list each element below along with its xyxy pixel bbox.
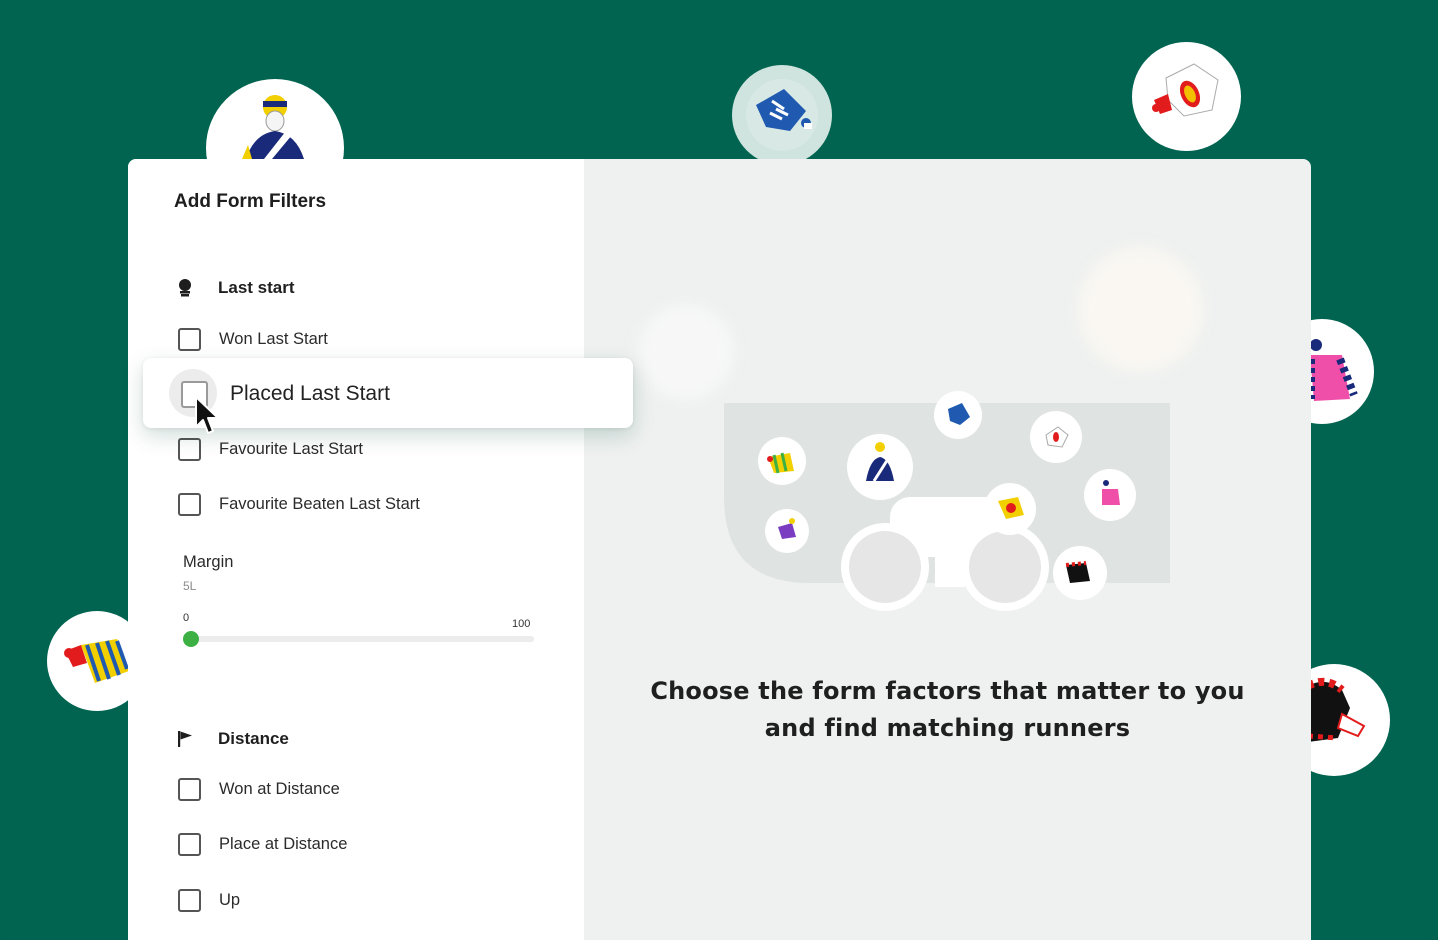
option-label: Place at Distance xyxy=(219,835,348,853)
option-label: Favourite Last Start xyxy=(219,440,363,458)
binoculars-illustration xyxy=(724,391,1170,611)
section-heading: Distance xyxy=(218,729,289,748)
empty-state-line-1: Choose the form factors that matter to y… xyxy=(650,677,1245,705)
slider-min-label: 0 xyxy=(183,612,190,624)
filter-option-place-at-distance[interactable]: Place at Distance xyxy=(178,833,347,856)
empty-state-message: Choose the form factors that matter to y… xyxy=(584,673,1311,747)
silk-badge xyxy=(984,483,1036,535)
filter-option-won-at-distance[interactable]: Won at Distance xyxy=(178,778,340,801)
section-heading: Last start xyxy=(218,278,295,297)
silk-badge xyxy=(758,437,806,485)
flag-icon xyxy=(174,728,196,750)
margin-slider-thumb[interactable] xyxy=(183,631,199,647)
silk-badge xyxy=(847,434,913,500)
silk-badge xyxy=(765,509,809,553)
option-label: Won Last Start xyxy=(219,330,328,348)
silk-badge xyxy=(934,391,982,439)
filter-option-favourite-last-start[interactable]: Favourite Last Start xyxy=(178,438,363,461)
filter-option-up[interactable]: Up xyxy=(178,889,240,912)
silk-circle-red-white-jockey xyxy=(1132,42,1241,151)
silk-badge xyxy=(1053,546,1107,600)
decorative-blur xyxy=(638,304,734,400)
jockey-silk-icon xyxy=(1152,63,1219,117)
option-label: Favourite Beaten Last Start xyxy=(219,495,420,513)
filter-card: Add Form Filters Last start Won Last Sta… xyxy=(128,159,1311,940)
checkbox[interactable] xyxy=(178,833,201,856)
filter-option-favourite-beaten-last-start[interactable]: Favourite Beaten Last Start xyxy=(178,493,420,516)
option-label: Up xyxy=(219,891,241,909)
slider-max-label: 100 xyxy=(512,618,531,630)
checkbox[interactable] xyxy=(178,778,201,801)
empty-state-line-2: and find matching runners xyxy=(764,714,1131,742)
silk-badge xyxy=(1030,411,1082,463)
margin-slider-track[interactable] xyxy=(183,636,534,642)
section-last-start: Last start xyxy=(174,277,295,299)
option-label: Won at Distance xyxy=(219,780,340,798)
margin-label: Margin xyxy=(183,553,234,571)
silk-circle-blue-jockey xyxy=(732,65,832,165)
checkbox[interactable] xyxy=(178,493,201,516)
filter-option-won-last-start[interactable]: Won Last Start xyxy=(178,328,328,351)
jockey-silk-icon xyxy=(746,79,818,151)
jockey-cap-icon xyxy=(174,277,196,299)
filter-panel: Add Form Filters Last start Won Last Sta… xyxy=(128,159,584,940)
margin-value: 5L xyxy=(183,579,197,593)
checkbox[interactable] xyxy=(178,438,201,461)
checkbox[interactable] xyxy=(178,328,201,351)
decorative-blur xyxy=(1078,247,1203,372)
panel-title: Add Form Filters xyxy=(174,191,327,212)
silk-badge xyxy=(1084,469,1136,521)
page-background: Add Form Filters Last start Won Last Sta… xyxy=(0,0,1438,940)
mouse-pointer-icon xyxy=(195,396,219,434)
section-distance: Distance xyxy=(174,728,289,750)
checkbox[interactable] xyxy=(178,889,201,912)
option-label: Placed Last Start xyxy=(230,382,390,405)
